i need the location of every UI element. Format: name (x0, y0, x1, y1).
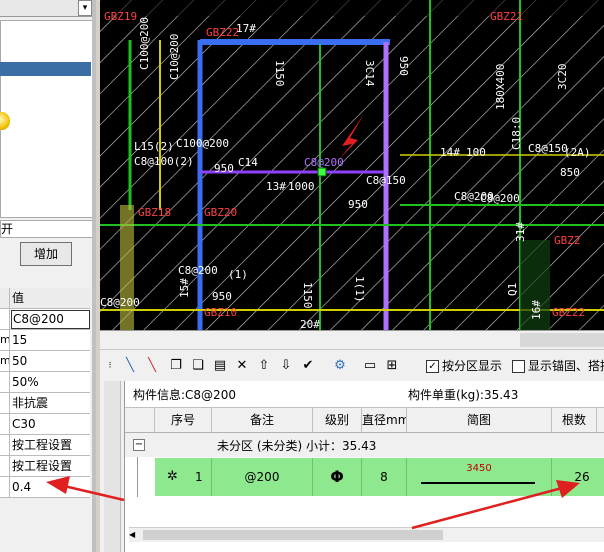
annotation-arrow-left (63, 484, 125, 502)
annotation-arrowhead-left (46, 476, 70, 494)
annotation-arrowhead-right (556, 480, 580, 498)
annotation-arrow-right (411, 486, 563, 530)
annotation-overlay (46, 476, 580, 530)
